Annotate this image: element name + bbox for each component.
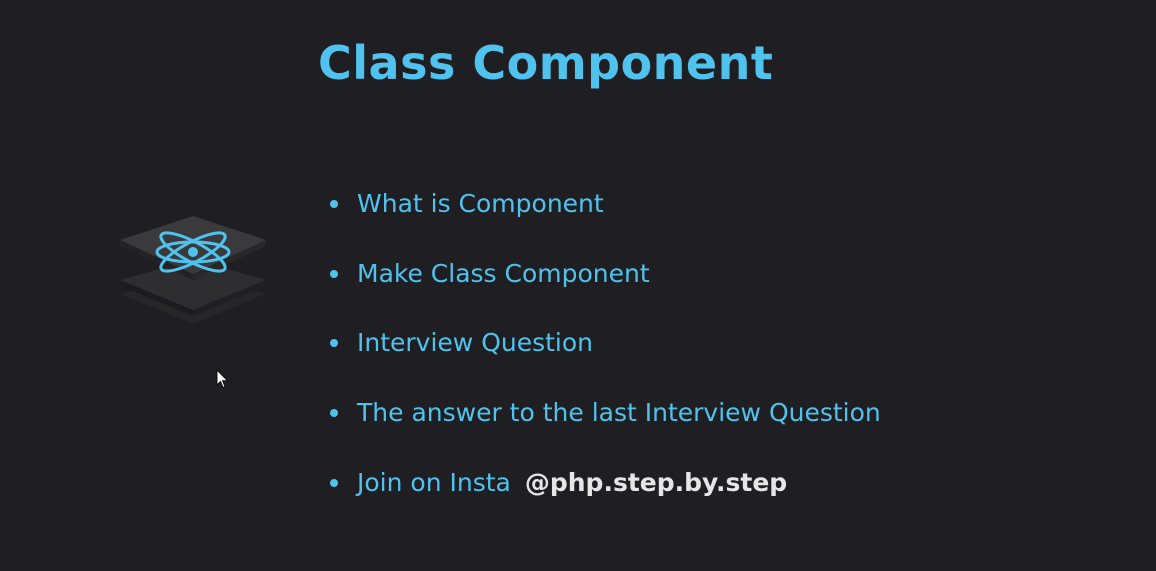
list-item: Interview Question [330,322,881,392]
list-item: Join on Insta @php.step.by.step [330,462,881,532]
list-item: The answer to the last Interview Questio… [330,392,881,462]
bullet-dot-icon [330,200,338,208]
list-item-text: Make Class Component [357,258,650,288]
bullet-dot-icon [330,269,338,278]
list-item: Make Class Component [330,253,881,323]
topic-list: What is Component Make Class Component I… [330,183,881,531]
list-item: What is Component [330,183,881,253]
list-item-text: What is Component [357,189,604,218]
mouse-pointer-icon [216,369,229,389]
list-item-text: Join on Insta [357,467,511,497]
list-item-text: The answer to the last Interview Questio… [357,398,881,428]
bullet-dot-icon [330,478,338,487]
react-logo-icon [120,216,266,324]
bullet-dot-icon [330,339,338,348]
instagram-handle: @php.step.by.step [524,467,788,497]
slide-title: Class Component [318,36,774,90]
list-item-text: Interview Question [357,328,594,358]
bullet-dot-icon [330,409,338,418]
presentation-slide: Class Component What is Component Make C… [0,0,1156,571]
